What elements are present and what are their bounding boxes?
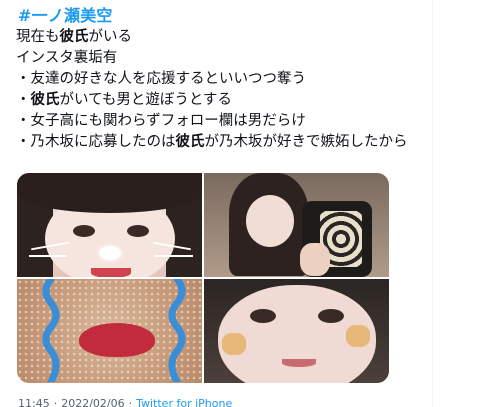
tweet-line-4: ・彼氏がいても男と遊ぼうとする (16, 90, 456, 111)
cat-nose-filter (99, 246, 121, 260)
photo-2[interactable] (204, 173, 389, 277)
line-text: ・友達の好きな人を応援するといいつつ奪う (16, 71, 306, 87)
column-divider (432, 0, 433, 407)
tweet-line-1: 現在も彼氏がいる (16, 27, 456, 48)
tweet-source-link[interactable]: Twitter for iPhone (136, 397, 232, 407)
photo-1[interactable] (17, 173, 202, 277)
separator-dot: · (128, 397, 133, 407)
eye-shape (73, 225, 95, 237)
tear-filter (168, 279, 186, 382)
tear-filter (42, 279, 60, 382)
separator-dot: · (53, 397, 58, 407)
tweet-date[interactable]: 2022/02/06 (61, 397, 124, 407)
hashtag-link[interactable]: #一ノ瀬美空 (18, 2, 113, 26)
line-text: が乃木坂が好きで嫉妬したから (204, 134, 408, 150)
media-grid (17, 173, 389, 383)
tweet-line-5: ・女子高にも関わらずフォロー欄は男だらけ (16, 111, 456, 132)
face-shape (218, 285, 376, 383)
hair-shape (17, 173, 202, 213)
line-text: がいても男と遊ぼうとする (59, 92, 232, 108)
tweet-time[interactable]: 11:45 (18, 397, 50, 407)
tweet-line-2: インスタ裏垢有 (16, 48, 456, 69)
eye-shape (318, 309, 344, 323)
mouth-shape (282, 359, 316, 367)
line-text: がいる (88, 29, 133, 45)
whisker-filter (29, 255, 67, 257)
line-text: ・女子高にも関わらずフォロー欄は男だらけ (16, 113, 306, 129)
photo-4[interactable] (204, 279, 389, 383)
sticker-shape (222, 333, 246, 355)
line-text: ・ (16, 92, 31, 108)
line-text: 現在も (16, 29, 60, 45)
tweet-meta: 11:45 · 2022/02/06 · Twitter for iPhone (18, 397, 232, 407)
tweet-line-3: ・友達の好きな人を応援するといいつつ奪う (16, 69, 456, 90)
tweet-line-6: ・乃木坂に応募したのは彼氏が乃木坂が好きで嫉妬したから (16, 132, 456, 153)
face-shape (246, 195, 294, 247)
eye-shape (250, 309, 276, 323)
line-text: ・乃木坂に応募したのは (16, 134, 176, 150)
mouth-shape (91, 268, 131, 277)
eye-shape (127, 225, 149, 237)
line-bold-text: 彼氏 (59, 29, 89, 45)
line-text: インスタ裏垢有 (16, 50, 118, 66)
line-bold-text: 彼氏 (175, 134, 205, 150)
tweet: #一ノ瀬美空 現在も彼氏がいる インスタ裏垢有 ・友達の好きな人を応援するといい… (0, 0, 480, 407)
hand-shape (300, 243, 330, 276)
line-bold-text: 彼氏 (30, 92, 60, 108)
sticker-shape (346, 325, 370, 347)
whisker-filter (155, 255, 193, 257)
lips-shape (79, 323, 155, 357)
tweet-text: 現在も彼氏がいる インスタ裏垢有 ・友達の好きな人を応援するといいつつ奪う ・彼… (16, 27, 456, 153)
photo-3[interactable] (17, 279, 202, 383)
